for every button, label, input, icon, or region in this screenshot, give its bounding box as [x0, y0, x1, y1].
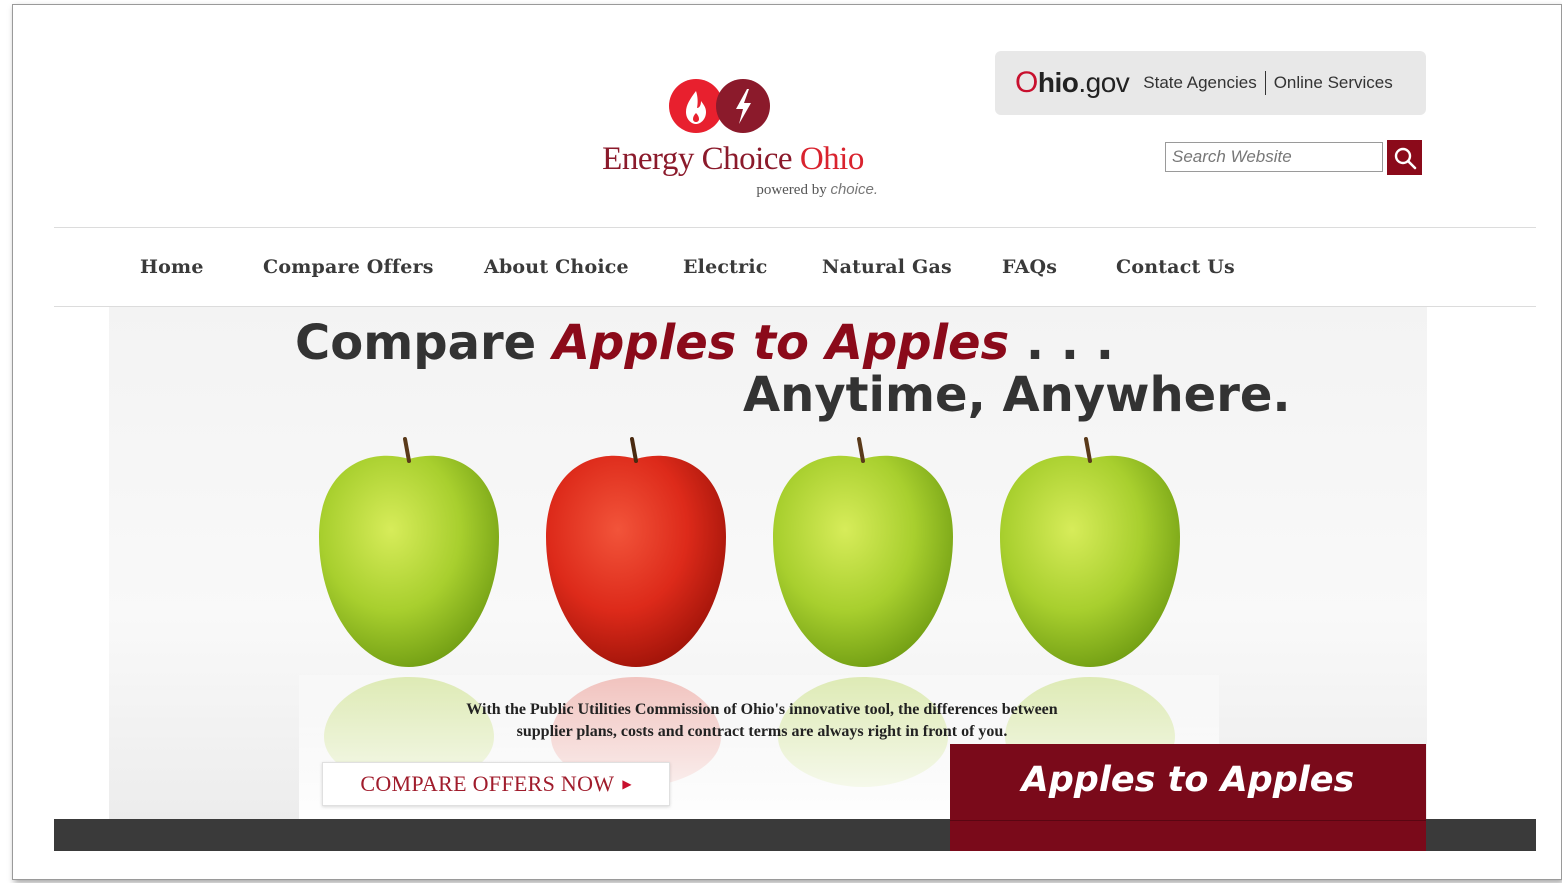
compare-offers-now-button[interactable]: COMPARE OFFERS NOW ▶: [322, 762, 670, 806]
hero-headline: Compare Apples to Apples . . .: [295, 315, 1114, 371]
energy-choice-ohio-logo[interactable]: Energy Choice Ohio powered by choice.: [568, 75, 898, 205]
brand-title: Energy Choice Ohio: [602, 141, 864, 177]
main-nav: Home Compare Offers About Choice Electri…: [54, 227, 1536, 307]
hero-caption: With the Public Utilities Commission of …: [466, 701, 1058, 740]
nav-home[interactable]: Home: [140, 256, 204, 278]
nav-natural-gas[interactable]: Natural Gas: [822, 256, 952, 278]
link-divider: [1264, 71, 1266, 95]
brand-tagline: powered by choice.: [756, 181, 878, 198]
flame-and-bolt-icon: [669, 79, 770, 133]
caret-right-icon: ▶: [622, 777, 632, 791]
hero-subheadline: Anytime, Anywhere.: [743, 367, 1291, 423]
nav-electric[interactable]: Electric: [683, 256, 768, 278]
browser-page: Energy Choice Ohio powered by choice. Oh…: [12, 4, 1562, 880]
search-button[interactable]: [1387, 140, 1422, 175]
online-services-link[interactable]: Online Services: [1274, 73, 1393, 93]
promo-divider: [950, 820, 1426, 821]
nav-contact-us[interactable]: Contact Us: [1116, 256, 1235, 278]
ohio-gov-bar: Ohio.gov State Agencies Online Services: [995, 51, 1426, 115]
state-agencies-link[interactable]: State Agencies: [1143, 73, 1256, 93]
nav-faqs[interactable]: FAQs: [1002, 256, 1057, 278]
apples-to-apples-promo[interactable]: Apples to Apples: [950, 744, 1426, 851]
nav-compare-offers[interactable]: Compare Offers: [263, 256, 434, 278]
nav-about-choice[interactable]: About Choice: [484, 256, 629, 278]
ohio-gov-logo[interactable]: Ohio.gov: [1015, 66, 1130, 100]
search-icon: [1394, 147, 1416, 169]
site-search: [1165, 140, 1422, 175]
promo-title: Apples to Apples: [1021, 760, 1355, 800]
search-input[interactable]: [1165, 142, 1383, 172]
